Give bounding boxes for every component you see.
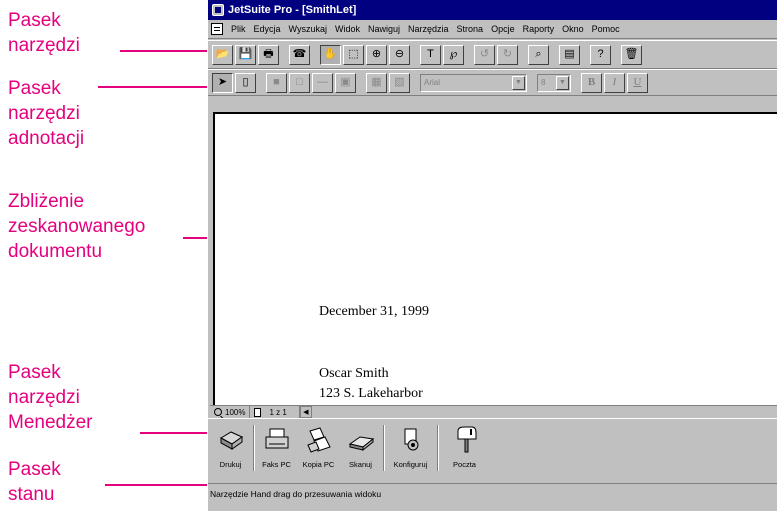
font-size-value: 8	[541, 78, 546, 87]
lasso-icon[interactable]: ℘	[443, 44, 464, 65]
magnifier-icon	[214, 408, 222, 416]
menu-bar: Plik Edycja Wyszukaj Widok Nawiguj Narzę…	[208, 20, 777, 39]
menu-file[interactable]: Plik	[227, 24, 250, 34]
window-title: JetSuite Pro - [SmithLet]	[228, 4, 357, 16]
scanner-icon	[348, 436, 374, 452]
menu-search[interactable]: Wyszukaj	[285, 24, 331, 34]
configure-button[interactable]: Konfiguruj	[388, 425, 433, 477]
mailbox-icon	[457, 426, 476, 453]
copy-icon	[306, 427, 331, 453]
highlight-icon[interactable]: ▣	[335, 72, 356, 93]
fax-icon[interactable]: ☎	[289, 44, 310, 65]
configure-icon	[404, 428, 418, 451]
pc-copy-label: Kopia PC	[302, 460, 335, 469]
print-icon[interactable]: 🖶	[258, 44, 279, 65]
italic-button[interactable]: I	[604, 72, 625, 93]
scan-label: Skanuj	[349, 460, 372, 469]
document-menu-icon[interactable]	[211, 23, 223, 35]
menu-reports[interactable]: Raporty	[519, 24, 559, 34]
callout-manager-toolbar-label: Pasek narzędzi Menedżer	[8, 362, 93, 433]
page-icon	[254, 407, 262, 417]
callout-annotation-toolbar-label: Pasek narzędzi adnotacji	[8, 78, 85, 149]
app-window: JetSuite Pro - [SmithLet] Plik Edycja Wy…	[207, 0, 777, 511]
print-label: Drukuj	[219, 460, 242, 469]
pc-fax-label: Faks PC	[262, 460, 291, 469]
find-icon[interactable]: ⌕	[528, 44, 549, 65]
mail-button[interactable]: Poczta	[442, 425, 487, 477]
letter-recipient-street: 123 S. Lakeharbor	[319, 386, 423, 401]
select-area-icon[interactable]: ⬚	[343, 44, 364, 65]
filled-rectangle-icon[interactable]: ■	[266, 72, 287, 93]
open-icon[interactable]: 📂	[212, 44, 233, 65]
callout-toolbar-leader	[120, 48, 217, 53]
status-text: Narzędzie Hand drag do przesuwania widok…	[210, 488, 382, 499]
rotate-right-icon[interactable]: ↻	[497, 44, 518, 65]
font-size-select[interactable]: 8 ▼	[537, 73, 571, 92]
mail-label: Poczta	[453, 460, 476, 469]
main-toolbar: 📂 💾 🖶 ☎ ✋ ⬚ ⊕ ⊖ T ℘ ↺ ↻ ⌕ ▤ ? 🗑	[208, 40, 777, 69]
status-bar: Narzędzie Hand drag do przesuwania widok…	[208, 486, 777, 501]
menu-page[interactable]: Strona	[453, 24, 488, 34]
menu-edit[interactable]: Edycja	[250, 24, 285, 34]
page-counter: 1 z 1	[265, 406, 300, 418]
font-name-select[interactable]: Arial ▼	[420, 73, 527, 92]
chevron-down-icon[interactable]: ▼	[556, 75, 569, 90]
menu-help[interactable]: Pomoc	[588, 24, 624, 34]
callout-document-zoom-label: Zbliżenie zeskanowanego dokumentu	[8, 191, 146, 262]
menu-view[interactable]: Widok	[331, 24, 364, 34]
pc-copy-button[interactable]: Kopia PC	[296, 425, 341, 477]
pc-fax-button[interactable]: Faks PC	[258, 425, 295, 477]
fax-machine-icon	[265, 428, 288, 449]
callout-status-bar-leader	[105, 482, 217, 487]
zoom-level[interactable]: 100%	[210, 406, 251, 418]
pointer-icon[interactable]: ➤	[212, 72, 233, 93]
callout-toolbar-label: Pasek narzędzi	[8, 10, 80, 56]
ocr-text-icon[interactable]: T	[420, 44, 441, 65]
menu-window[interactable]: Okno	[558, 24, 588, 34]
scanned-document-page[interactable]: December 31, 1999 Oscar Smith 123 S. Lak…	[213, 112, 777, 409]
trash-icon[interactable]: 🗑	[621, 44, 642, 65]
rotate-left-icon[interactable]: ↺	[474, 44, 495, 65]
hand-tool-icon[interactable]: ✋	[320, 44, 341, 65]
bold-button[interactable]: B	[581, 72, 602, 93]
line-icon[interactable]: —	[312, 72, 333, 93]
view-status-strip: 100% 1 z 1 ◀	[210, 405, 777, 418]
manager-toolbar: Drukuj Faks PC Kopia PC Skanuj Konfiguru…	[208, 418, 777, 484]
zoom-value: 100%	[225, 407, 246, 417]
title-bar[interactable]: JetSuite Pro - [SmithLet]	[208, 0, 777, 20]
annotation-toolbar: ➤ ▯ ■ □ — ▣ ▦ ▧ Arial ▼ 8 ▼ B I U	[208, 69, 777, 96]
scroll-left-arrow-icon[interactable]: ◀	[299, 406, 312, 418]
letter-date: December 31, 1999	[319, 304, 430, 319]
menu-navigate[interactable]: Nawiguj	[364, 24, 404, 34]
note-icon[interactable]: ▯	[235, 72, 256, 93]
attach-icon[interactable]: ▧	[389, 72, 410, 93]
print-button[interactable]: Drukuj	[212, 425, 249, 477]
menu-tools[interactable]: Narzędzia	[404, 24, 453, 34]
callout-annotation-toolbar-leader	[98, 84, 217, 89]
app-icon[interactable]	[212, 4, 224, 16]
stamp-icon[interactable]: ▦	[366, 72, 387, 93]
zoom-in-icon[interactable]: ⊕	[366, 44, 387, 65]
configure-label: Konfiguruj	[393, 460, 428, 469]
printer-icon	[219, 431, 243, 450]
save-icon[interactable]: 💾	[235, 44, 256, 65]
menu-options[interactable]: Opcje	[487, 24, 519, 34]
zoom-out-icon[interactable]: ⊖	[389, 44, 410, 65]
document-view: December 31, 1999 Oscar Smith 123 S. Lak…	[208, 96, 777, 418]
letter-recipient-name: Oscar Smith	[319, 366, 389, 381]
rectangle-icon[interactable]: □	[289, 72, 310, 93]
callout-status-bar-label: Pasek stanu	[8, 459, 61, 505]
properties-icon[interactable]: ▤	[559, 44, 580, 65]
chevron-down-icon[interactable]: ▼	[512, 75, 525, 90]
font-name-value: Arial	[424, 78, 441, 87]
scan-button[interactable]: Skanuj	[342, 425, 379, 477]
context-help-icon[interactable]: ?	[590, 44, 611, 65]
underline-button[interactable]: U	[627, 72, 648, 93]
